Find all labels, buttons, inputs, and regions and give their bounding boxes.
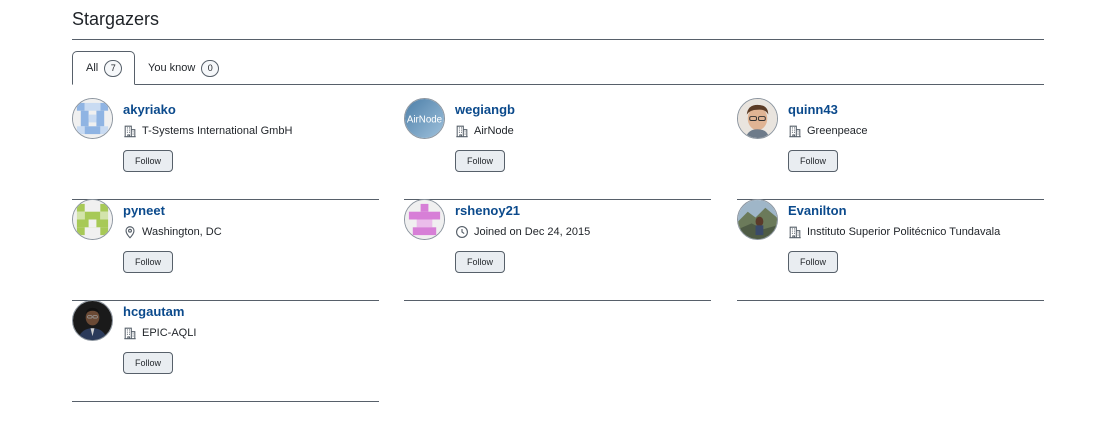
user-meta: AirNode	[455, 123, 514, 139]
card-divider	[737, 300, 1044, 301]
user-company: Greenpeace	[807, 125, 868, 137]
title-divider	[72, 39, 1044, 40]
user-company: Instituto Superior Politécnico Tundavala	[807, 226, 1001, 238]
identicon-blue-icon	[73, 99, 112, 138]
follow-button[interactable]: Follow	[123, 251, 173, 273]
user-card: AirNode wegiangb AirNode Follow	[404, 98, 711, 200]
user-login-link[interactable]: hcgautam	[123, 304, 184, 319]
follow-button[interactable]: Follow	[788, 150, 838, 172]
user-photo-icon	[738, 200, 777, 239]
follow-button[interactable]: Follow	[123, 352, 173, 374]
user-card: hcgautam EPIC-AQLI Follow	[72, 300, 379, 402]
tab-you-know-counter: 0	[201, 59, 220, 77]
organization-icon	[788, 124, 802, 138]
user-meta: Instituto Superior Politécnico Tundavala	[788, 224, 1000, 240]
user-company: AirNode	[474, 125, 514, 137]
user-login-link[interactable]: pyneet	[123, 203, 165, 218]
organization-icon	[123, 124, 137, 138]
user-meta: T-Systems International GmbH	[123, 123, 292, 139]
identicon-green-icon	[73, 200, 112, 239]
avatar[interactable]	[72, 98, 113, 139]
clock-icon	[455, 225, 469, 239]
user-card: Evanilton Instituto Superior Politécnico…	[737, 199, 1044, 301]
tab-all-label: All	[86, 62, 99, 74]
avatar[interactable]	[72, 300, 113, 341]
card-divider	[72, 401, 379, 402]
card-divider	[404, 300, 711, 301]
user-login-link[interactable]: akyriako	[123, 102, 176, 117]
organization-icon	[123, 326, 137, 340]
airnode-logo-icon: AirNode	[405, 99, 444, 138]
avatar[interactable]	[404, 199, 445, 240]
user-login-link[interactable]: Evanilton	[788, 203, 847, 218]
tab-all[interactable]: All 7	[72, 51, 135, 85]
follow-button[interactable]: Follow	[455, 150, 505, 172]
user-location: Washington, DC	[142, 226, 222, 238]
follow-button[interactable]: Follow	[788, 251, 838, 273]
avatar[interactable]	[737, 199, 778, 240]
user-login-link[interactable]: quinn43	[788, 102, 838, 117]
user-photo-icon	[73, 301, 112, 340]
tab-you-know-label: You know	[148, 62, 196, 74]
user-meta: EPIC-AQLI	[123, 325, 196, 341]
identicon-pink-icon	[405, 200, 444, 239]
stargazers-page: Stargazers All 7 You know 0 akyriako T-S…	[0, 0, 1113, 445]
user-meta: Joined on Dec 24, 2015	[455, 224, 590, 240]
location-icon	[123, 225, 137, 239]
follow-button[interactable]: Follow	[123, 150, 173, 172]
user-company: T-Systems International GmbH	[142, 125, 293, 137]
user-company: EPIC-AQLI	[142, 327, 197, 339]
user-meta: Washington, DC	[123, 224, 222, 240]
user-card: pyneet Washington, DC Follow	[72, 199, 379, 301]
user-login-link[interactable]: wegiangb	[455, 102, 515, 117]
avatar[interactable]	[737, 98, 778, 139]
user-card: rshenoy21 Joined on Dec 24, 2015 Follow	[404, 199, 711, 301]
user-login-link[interactable]: rshenoy21	[455, 203, 520, 218]
page-title: Stargazers	[72, 9, 160, 29]
tab-you-know[interactable]: You know 0	[148, 51, 220, 85]
user-card: akyriako T-Systems International GmbH Fo…	[72, 98, 379, 200]
tabs-divider	[72, 84, 1044, 85]
user-photo-icon	[738, 99, 777, 138]
organization-icon	[455, 124, 469, 138]
user-joined: Joined on Dec 24, 2015	[474, 226, 591, 238]
avatar[interactable]: AirNode	[404, 98, 445, 139]
organization-icon	[788, 225, 802, 239]
avatar-logo-text: AirNode	[407, 114, 442, 125]
tab-all-counter: 7	[104, 59, 123, 77]
follow-button[interactable]: Follow	[455, 251, 505, 273]
tab-bar: All 7 You know 0	[72, 51, 1044, 85]
user-meta: Greenpeace	[788, 123, 868, 139]
avatar[interactable]	[72, 199, 113, 240]
user-card: quinn43 Greenpeace Follow	[737, 98, 1044, 200]
